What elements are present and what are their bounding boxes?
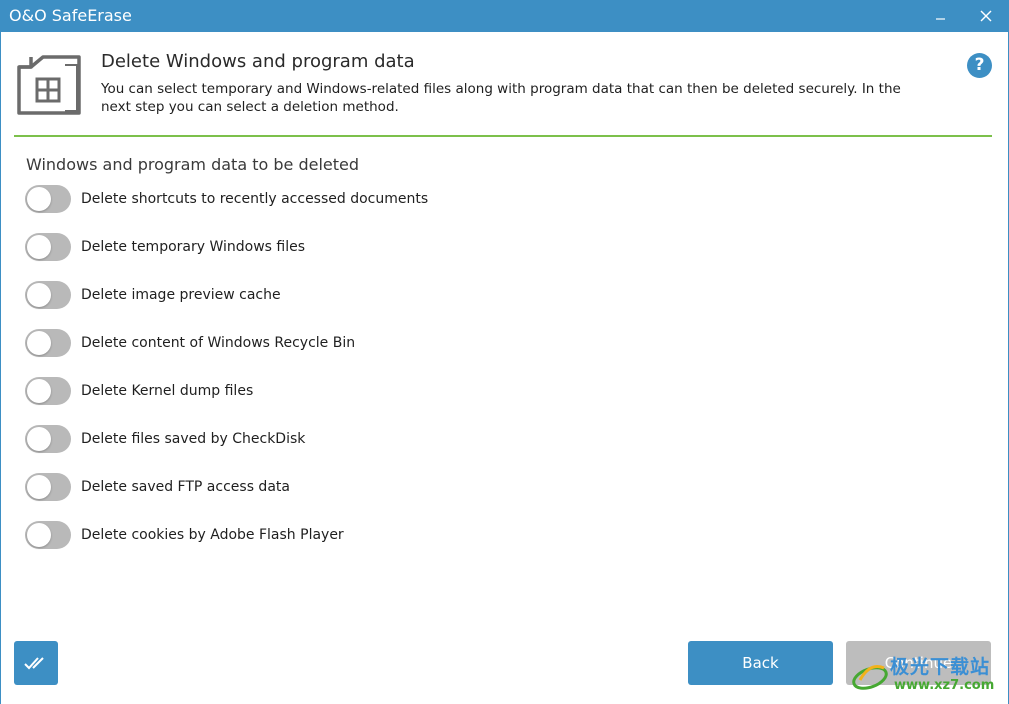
toggle-switch[interactable]	[25, 377, 71, 405]
close-button[interactable]	[963, 0, 1009, 32]
page-description: You can select temporary and Windows-rel…	[101, 81, 901, 115]
wizard-window	[0, 32, 1009, 704]
option-flash-cookies: Delete cookies by Adobe Flash Player	[25, 521, 625, 549]
option-ftp-access-data: Delete saved FTP access data	[25, 473, 625, 501]
option-label: Delete Kernel dump files	[81, 383, 254, 399]
toggle-switch[interactable]	[25, 185, 71, 213]
option-label: Delete content of Windows Recycle Bin	[81, 335, 356, 351]
option-label: Delete cookies by Adobe Flash Player	[81, 527, 344, 543]
close-icon	[980, 10, 992, 22]
option-label: Delete shortcuts to recently accessed do…	[81, 191, 429, 207]
header-divider	[14, 135, 992, 137]
grid-document-icon	[17, 55, 81, 115]
toggle-knob	[27, 187, 51, 211]
toggle-switch[interactable]	[25, 521, 71, 549]
option-image-preview-cache: Delete image preview cache	[25, 281, 625, 309]
help-icon: ?	[974, 55, 985, 75]
app-title: O&O SafeErase	[9, 6, 132, 25]
minimize-button[interactable]	[918, 0, 964, 32]
toggle-switch[interactable]	[25, 233, 71, 261]
option-label: Delete image preview cache	[81, 287, 281, 303]
option-temporary-files: Delete temporary Windows files	[25, 233, 625, 261]
option-label: Delete saved FTP access data	[81, 479, 290, 495]
back-button[interactable]: Back	[688, 641, 833, 685]
toggle-knob	[27, 427, 51, 451]
minimize-icon	[936, 18, 945, 20]
title-bar: O&O SafeErase	[0, 0, 1009, 32]
option-recycle-bin: Delete content of Windows Recycle Bin	[25, 329, 625, 357]
continue-button[interactable]: Continue	[846, 641, 991, 685]
page-title: Delete Windows and program data	[101, 51, 415, 72]
option-checkdisk-files: Delete files saved by CheckDisk	[25, 425, 625, 453]
toggle-knob	[27, 379, 51, 403]
section-title: Windows and program data to be deleted	[26, 155, 359, 174]
option-label: Delete temporary Windows files	[81, 239, 306, 255]
option-kernel-dump: Delete Kernel dump files	[25, 377, 625, 405]
toggle-switch[interactable]	[25, 329, 71, 357]
toggle-switch[interactable]	[25, 473, 71, 501]
option-recent-documents: Delete shortcuts to recently accessed do…	[25, 185, 625, 213]
toggle-switch[interactable]	[25, 281, 71, 309]
toggle-knob	[27, 475, 51, 499]
toggle-knob	[27, 331, 51, 355]
double-check-icon	[24, 657, 44, 670]
check-all-button[interactable]	[14, 641, 58, 685]
toggle-knob	[27, 283, 51, 307]
help-button[interactable]: ?	[967, 53, 992, 78]
toggle-knob	[27, 235, 51, 259]
toggle-knob	[27, 523, 51, 547]
toggle-switch[interactable]	[25, 425, 71, 453]
option-label: Delete files saved by CheckDisk	[81, 431, 306, 447]
